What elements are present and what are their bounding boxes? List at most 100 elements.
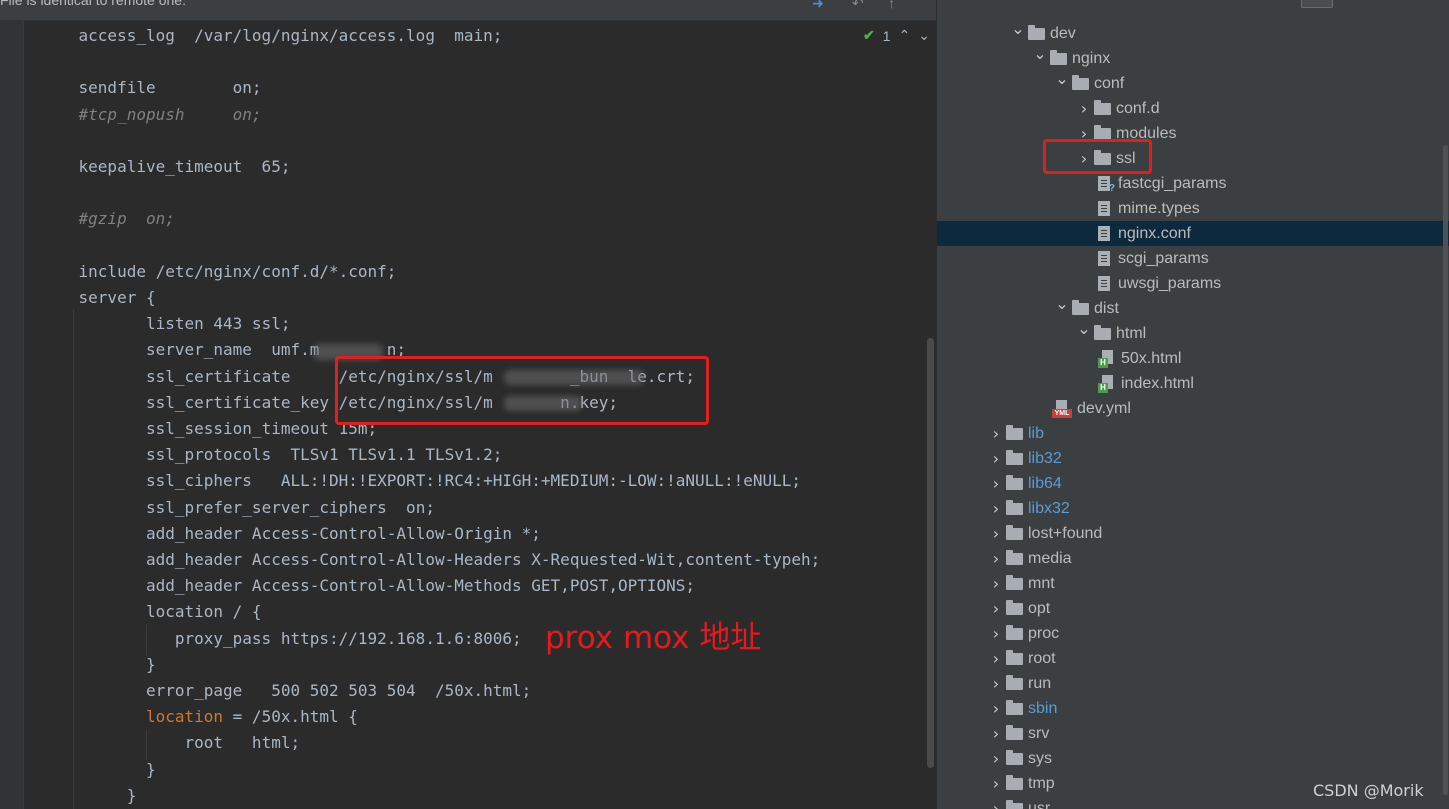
code-token: add_header Access-Control-Allow-Headers … (145, 550, 821, 569)
inspection-widget[interactable]: ✔ 1 ⌃ ⌄ (863, 27, 930, 44)
code-line[interactable]: ssl_session_timeout 15m; (40, 419, 377, 445)
chevron-right-icon[interactable]: › (986, 774, 1006, 793)
code-line[interactable]: ssl_prefer_server_ciphers on; (40, 498, 435, 524)
project-tree[interactable]: ■ ⌄dev⌄nginx⌄conf›conf.d›modules›ssl?fas… (936, 0, 1449, 809)
chevron-right-icon[interactable]: › (986, 574, 1006, 593)
editor-scrollbar-thumb[interactable] (927, 338, 934, 768)
tree-item-label: lib64 (1028, 474, 1062, 492)
tree-item-nginx-conf[interactable]: nginx.conf (937, 221, 1449, 246)
arrow-right-icon[interactable]: ➜ (812, 0, 824, 12)
tree-item-html[interactable]: ⌄ html (937, 319, 1449, 346)
code-token: ssl_ciphers ALL:!DH:!EXPORT:!RC4:+HIGH:+… (145, 471, 801, 491)
tree-scrollbar[interactable] (1443, 145, 1448, 795)
folder-icon (1006, 724, 1023, 740)
chevron-right-icon[interactable]: › (986, 599, 1006, 618)
code-line[interactable]: proxy_pass https://192.168.1.6:8006; (40, 629, 522, 655)
tree-item-index-html[interactable]: Hindex.html (937, 371, 1449, 396)
chevron-right-icon[interactable]: › (986, 724, 1006, 743)
folder-icon (1006, 624, 1023, 640)
tree-item-lib32[interactable]: › lib32 (937, 446, 1449, 471)
tree-item-50x-html[interactable]: H 50x.html (937, 346, 1449, 371)
chevron-right-icon[interactable]: › (986, 549, 1006, 568)
tree-item-modules[interactable]: › modules (937, 121, 1449, 146)
code-line[interactable]: add_header Access-Control-Allow-Origin *… (40, 524, 541, 550)
upload-icon[interactable]: ↑ (888, 0, 895, 11)
tree-item-libx32[interactable]: › libx32 (937, 496, 1449, 521)
code-line[interactable]: sendfile on; (40, 78, 262, 104)
chevron-right-icon[interactable]: › (1074, 99, 1094, 118)
code-line[interactable]: root html; (40, 733, 301, 759)
tree-item-root[interactable]: › root (937, 646, 1449, 671)
tree-item-opt[interactable]: › opt (937, 596, 1449, 621)
code-line[interactable]: add_header Access-Control-Allow-Headers … (40, 550, 820, 576)
code-token: #gzip on; (78, 209, 175, 229)
code-line[interactable]: access_log /var/log/nginx/access.log mai… (40, 26, 503, 52)
code-line[interactable]: } (40, 760, 156, 786)
code-line[interactable]: #tcp_nopush on; (40, 105, 262, 131)
tree-item-dist[interactable]: ⌄ dist (937, 294, 1449, 321)
chevron-down-icon[interactable]: ⌄ (1052, 294, 1072, 313)
chevron-right-icon[interactable]: › (986, 474, 1006, 493)
code-token: server { (78, 288, 156, 307)
code-line[interactable]: } (40, 655, 156, 681)
chevron-right-icon[interactable]: › (986, 749, 1006, 768)
tree-item-conf-d[interactable]: › conf.d (937, 96, 1449, 121)
chevron-right-icon[interactable]: › (986, 799, 1006, 809)
tree-item-label: nginx.conf (1118, 224, 1191, 242)
text-file-icon (1098, 226, 1110, 241)
tree-item-srv[interactable]: › srv (937, 721, 1449, 746)
code-line[interactable]: } (40, 786, 137, 809)
chevron-right-icon[interactable]: › (986, 449, 1006, 468)
tree-item-dev-yml[interactable]: YML dev.yml (937, 396, 1449, 421)
chevron-right-icon[interactable]: › (986, 624, 1006, 643)
code-line[interactable]: ssl_ciphers ALL:!DH:!EXPORT:!RC4:+HIGH:+… (40, 471, 801, 497)
tree-item-ssl[interactable]: › ssl (937, 146, 1449, 171)
tree-item-conf[interactable]: ⌄ conf (937, 69, 1449, 96)
chevron-up-icon[interactable]: ⌃ (899, 27, 911, 44)
code-token: error_page 500 502 503 504 /50x.html; (145, 681, 532, 700)
tree-item-media[interactable]: › media (937, 546, 1449, 571)
chevron-right-icon[interactable]: › (986, 499, 1006, 518)
chevron-down-icon[interactable]: ⌄ (1052, 69, 1072, 88)
tree-item-label: dist (1094, 299, 1119, 317)
more-button[interactable] (1301, 0, 1333, 8)
code-token: include /etc/nginx/conf.d/*.conf; (78, 261, 397, 281)
code-line[interactable]: include /etc/nginx/conf.d/*.conf; (40, 261, 397, 288)
tree-item-dev[interactable]: ⌄ dev (937, 19, 1449, 46)
code-line[interactable]: ssl_protocols TLSv1 TLSv1.1 TLSv1.2; (40, 445, 502, 471)
code-line[interactable]: location = /50x.html { (40, 707, 358, 733)
tree-item-sbin[interactable]: › sbin (937, 696, 1449, 721)
code-line[interactable]: error_page 500 502 503 504 /50x.html; (40, 681, 531, 707)
editor-scrollbar[interactable] (926, 21, 936, 809)
tree-item-label: scgi_params (1118, 249, 1209, 267)
tree-item-run[interactable]: › run (937, 671, 1449, 696)
chevron-right-icon[interactable]: › (986, 524, 1006, 543)
tree-item-mime-types[interactable]: mime.types (937, 196, 1449, 221)
code-line[interactable]: server { (40, 288, 156, 314)
chevron-right-icon[interactable]: › (986, 649, 1006, 668)
tree-item-lib[interactable]: › lib (937, 421, 1449, 446)
tree-item-proc[interactable]: › proc (937, 621, 1449, 646)
code-editor[interactable]: File is identical to remote one. ➜ ↶ ↑ a… (0, 0, 936, 809)
chevron-down-icon[interactable]: ⌄ (1008, 19, 1028, 38)
tree-item-uwsgi-params[interactable]: uwsgi_params (937, 271, 1449, 296)
tree-item-label: media (1028, 549, 1072, 567)
tree-item-sys[interactable]: › sys (937, 746, 1449, 771)
code-line[interactable]: listen 443 ssl; (40, 314, 291, 340)
chevron-down-icon[interactable]: ⌄ (1030, 44, 1050, 63)
chevron-right-icon[interactable]: › (986, 674, 1006, 693)
tree-item-label: mnt (1028, 574, 1055, 592)
tree-item-lib64[interactable]: › lib64 (937, 471, 1449, 496)
chevron-down-icon[interactable]: ⌄ (1074, 319, 1094, 338)
chevron-right-icon[interactable]: › (986, 424, 1006, 443)
undo-icon[interactable]: ↶ (852, 0, 864, 12)
tree-item-lost-found[interactable]: › lost+found (937, 521, 1449, 546)
chevron-right-icon[interactable]: › (986, 699, 1006, 718)
tree-item-fastcgi-params[interactable]: ? fastcgi_params (937, 171, 1449, 196)
tree-item-scgi-params[interactable]: scgi_params (937, 246, 1449, 271)
code-line[interactable]: keepalive_timeout 65; (40, 157, 291, 183)
code-line[interactable]: #gzip on; (40, 209, 175, 235)
code-line[interactable]: add_header Access-Control-Allow-Methods … (40, 576, 695, 602)
tree-item-nginx[interactable]: ⌄ nginx (937, 44, 1449, 71)
tree-item-mnt[interactable]: › mnt (937, 571, 1449, 596)
